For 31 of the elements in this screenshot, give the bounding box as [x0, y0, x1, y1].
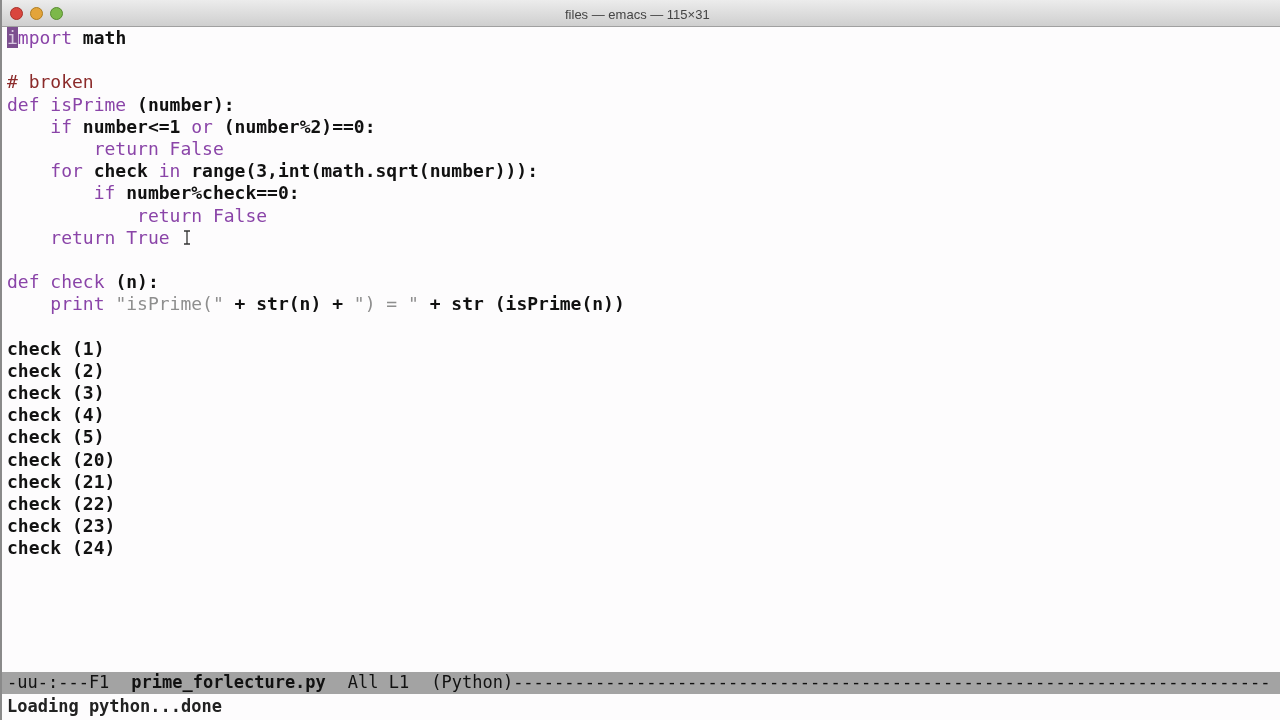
mode-line-text: (Python)--------------------------------------------------------------------------: [431, 672, 1271, 694]
code-line: check (23): [7, 515, 116, 538]
code-line: check (3): [7, 382, 105, 405]
code-line: check (24): [7, 537, 116, 560]
mode-line-text: All L1: [347, 672, 410, 694]
mode-line-text: prime_forlecture.py: [131, 672, 326, 694]
minimize-button[interactable]: [30, 6, 43, 20]
code-line: def isPrime (number):: [7, 93, 235, 116]
code-line: check (20): [7, 448, 116, 471]
code-line: return False: [136, 204, 268, 227]
text-cursor-icon: [183, 230, 191, 245]
code-line: return True: [49, 226, 170, 249]
code-line: import math: [7, 27, 127, 50]
mode-line-text: -uu-:---F1: [7, 672, 110, 694]
code-line: for check in range(3,int(math.sqrt(number))):: [49, 160, 539, 183]
code-line: check (4): [7, 404, 105, 427]
code-line: check (1): [7, 337, 105, 360]
code-line: # broken: [7, 71, 94, 94]
code-line: if number%check==0:: [92, 182, 300, 205]
code-line: print "isPrime(" + str(n) + ") = " + str (isPrime(n)): [49, 293, 625, 316]
code-line: check (2): [7, 359, 105, 382]
echo-area-message: Loading python...done: [7, 695, 222, 719]
code-line: check (22): [7, 492, 116, 516]
code-line: check (21): [7, 470, 116, 493]
close-button[interactable]: [10, 6, 23, 20]
code-line: check (5): [7, 426, 105, 449]
code-line: if number<=1 or (number%2)==0:: [49, 115, 376, 138]
code-line: return False: [92, 137, 224, 161]
window-title: files — emacs — 115×31: [565, 6, 710, 24]
zoom-button[interactable]: [50, 6, 63, 20]
code-line: def check (n):: [7, 271, 159, 294]
